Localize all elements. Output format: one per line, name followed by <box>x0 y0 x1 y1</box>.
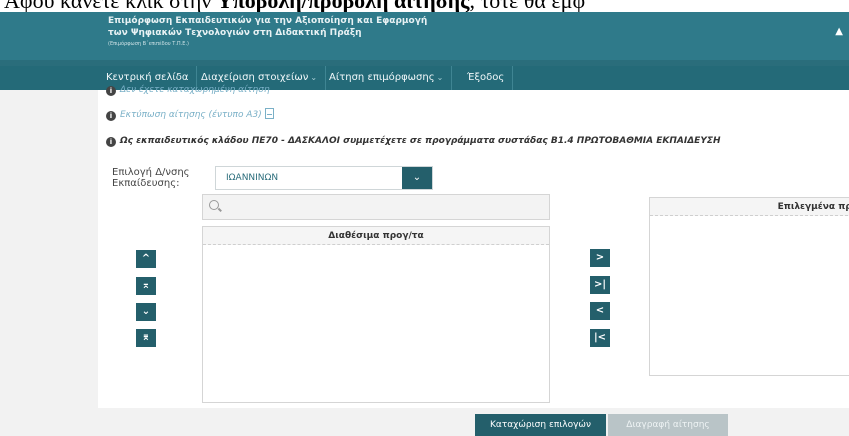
chevron-down-icon[interactable]: ⌄ <box>402 167 432 189</box>
chevron-down-icon: ⌄ <box>436 73 444 82</box>
no-application-notice: i Δεν έχετε καταχωρημένη αίτηση <box>106 85 270 96</box>
add-all-button[interactable]: >| <box>590 276 610 294</box>
nav-exit[interactable]: Έξοδος <box>459 66 514 90</box>
main-content: i Δεν έχετε καταχωρημένη αίτηση i Εκτύπωση… <box>98 85 849 436</box>
chevron-down-icon: ⌄ <box>310 73 318 82</box>
directorate-select-value: ΙΩΑΝΝΙΝΩΝ <box>226 173 279 183</box>
search-input[interactable] <box>202 194 550 220</box>
nav-training-application[interactable]: Αίτηση επιμόρφωσης ⌄ <box>321 66 453 90</box>
info-icon: i <box>106 111 116 121</box>
directorate-select[interactable]: ΙΩΑΝΝΙΝΩΝ ⌄ <box>215 166 433 190</box>
eligibility-notice: i Ως εκπαιδευτικός κλάδου ΠΕ70 - ΔΑΣΚΑΛΟΙ… <box>106 136 721 147</box>
header-subtitle: (Επιμόρφωση Β΄επιπέδου Τ.Π.Ε.) <box>108 41 189 47</box>
directorate-select-label: Επιλογή Δ/νσης Εκπαίδευσης: <box>112 167 190 189</box>
delete-application-button[interactable]: Διαγραφή αίτησης <box>608 414 728 436</box>
available-programs-list[interactable]: Διαθέσιμα προγ/τα <box>202 226 550 403</box>
form-footer: Καταχώριση επιλογών Διαγραφή αίτησης <box>98 408 849 436</box>
info-icon: i <box>106 86 116 96</box>
header-title-line1: Επιμόρφωση Εκπαιδευτικών για την Αξιοποί… <box>108 16 428 26</box>
move-up-button[interactable]: ^ <box>136 250 156 268</box>
move-bottom-button[interactable]: ⌆ <box>136 329 156 347</box>
print-application-link[interactable]: i Εκτύπωση αίτησης (έντυπο Α3) <box>106 108 274 121</box>
left-gutter <box>0 90 98 436</box>
remove-selected-button[interactable]: < <box>590 302 610 320</box>
remove-all-button[interactable]: |< <box>590 329 610 347</box>
header-title-line2: των Ψηφιακών Τεχνολογιών στη Διδακτική Π… <box>108 28 362 38</box>
move-down-button[interactable]: ⌄ <box>136 303 156 321</box>
app-header: Επιμόρφωση Εκπαιδευτικών για την Αξιοποί… <box>0 12 849 60</box>
save-selections-button[interactable]: Καταχώριση επιλογών <box>475 414 606 436</box>
user-icon[interactable]: ▲ <box>835 26 843 37</box>
document-caption: Αφού κάνετε κλικ στην Υποβολή/προβολή αί… <box>0 0 849 12</box>
move-top-button[interactable]: ⌅ <box>136 277 156 295</box>
add-selected-button[interactable]: > <box>590 249 610 267</box>
selected-programs-header: Επιλεγμένα προ <box>650 198 849 216</box>
available-programs-header: Διαθέσιμα προγ/τα <box>203 227 549 245</box>
selected-programs-list[interactable]: Επιλεγμένα προ <box>649 197 849 376</box>
pdf-icon <box>264 108 274 119</box>
search-icon <box>209 200 219 210</box>
info-icon: i <box>106 137 116 147</box>
